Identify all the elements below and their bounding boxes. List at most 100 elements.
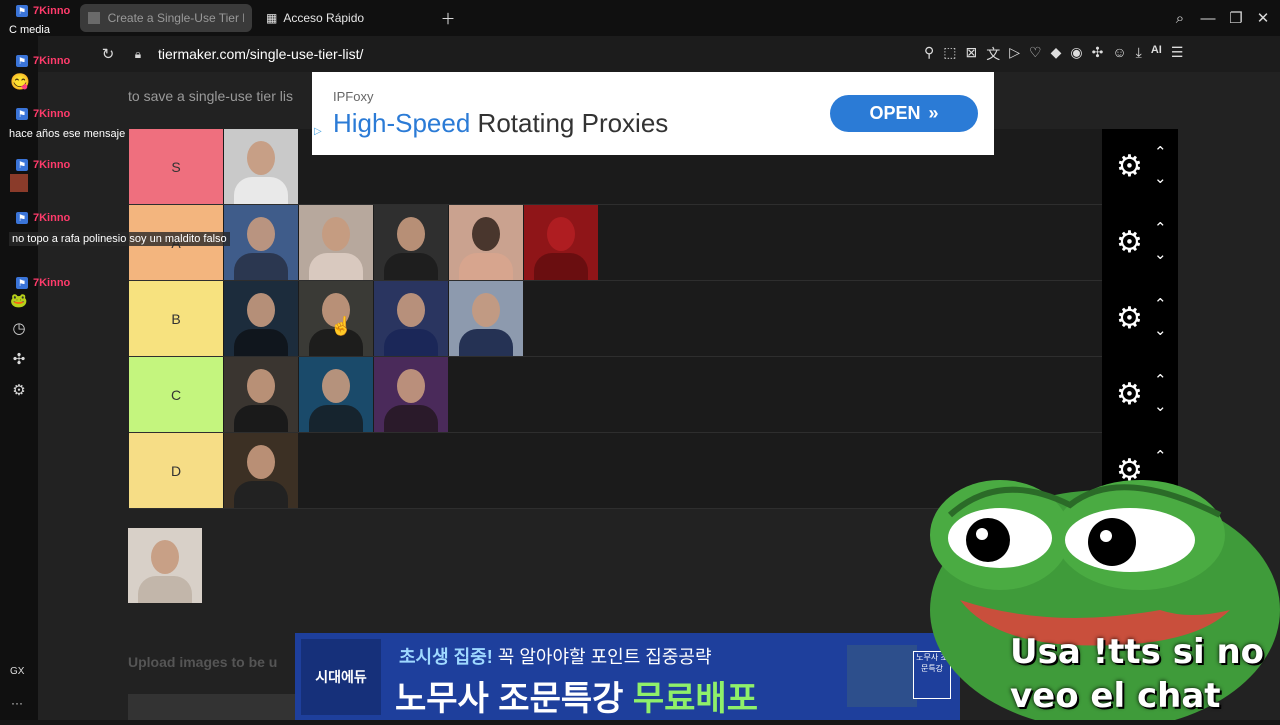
stream-chat-overlay: ⚑ 7Kinno C media ⚑ 7Kinno 😋 ⚑ 7Kinno hace a… — [0, 0, 240, 320]
vpn-icon[interactable]: ◆ — [1051, 44, 1062, 64]
tier-item-image[interactable] — [224, 433, 298, 508]
twitch-badge-icon: ⚑ — [16, 108, 28, 120]
tier-item-image[interactable] — [449, 205, 523, 280]
adblock-icon[interactable]: ⊠ — [966, 44, 978, 64]
tier-move-down-icon[interactable]: ⌄ — [1154, 245, 1167, 263]
menu-icon[interactable]: ☰ — [1171, 44, 1184, 64]
tier-item-image[interactable] — [299, 205, 373, 280]
download-icon[interactable]: ⤓ — [1136, 44, 1142, 64]
chat-username: 7Kinno — [33, 212, 71, 224]
heart-icon[interactable]: ♡ — [1029, 44, 1042, 64]
pin-icon[interactable]: ⚲ — [924, 44, 934, 64]
overlay-line2: veo el chat — [1010, 676, 1221, 716]
chat-message: C media — [9, 24, 50, 36]
tier-settings-gear-icon[interactable]: ⚙ — [1116, 377, 1143, 412]
ai-icon[interactable]: AI — [1151, 44, 1162, 64]
overlay-line1: Usa !tts si no — [1010, 632, 1265, 672]
upload-heading: Upload images to be u — [128, 654, 278, 670]
tier-settings-gear-icon[interactable]: ⚙ — [1116, 149, 1143, 184]
ad-choices-icon[interactable]: ▷ — [314, 126, 322, 137]
ad-headline: High-Speed Rotating Proxies — [333, 108, 668, 139]
snapshot-icon[interactable]: ⬚ — [943, 44, 956, 64]
tier-item-image[interactable] — [299, 357, 373, 432]
chat-username: 7Kinno — [33, 159, 71, 171]
tier-controls: ⚙ ⌃ ⌄ — [1102, 205, 1178, 281]
frog-emote-icon: 🐸 — [10, 292, 28, 308]
pepe-frog-overlay: Usa !tts si no veo el chat — [930, 460, 1280, 725]
ad-line1-rest: 꼭 알아야할 포인트 집중공략 — [492, 647, 712, 667]
tier-controls: ⚙ ⌃ ⌄ — [1102, 129, 1178, 205]
minimize-icon[interactable]: — — [1198, 8, 1218, 28]
unranked-item-image[interactable] — [128, 528, 202, 603]
puzzle-icon[interactable]: ✣ — [1092, 44, 1104, 64]
tier-label-c[interactable]: C — [129, 357, 223, 432]
ad-banner-bottom[interactable]: 시대에듀 초시생 집중! 꼭 알아야할 포인트 집중공략 노무사 조문특강 무료… — [295, 633, 960, 720]
chat-username: 7Kinno — [33, 277, 71, 289]
tier-label-d[interactable]: D — [129, 433, 223, 508]
extensions-icon[interactable]: ✣ — [9, 349, 29, 369]
tier-row-c[interactable]: C ⚙ ⌃ ⌄ — [129, 357, 1178, 433]
tab-acceso-rapido[interactable]: ▦ Acceso Rápido — [258, 4, 430, 32]
ad-logo: 시대에듀 — [301, 639, 381, 715]
tier-row-a[interactable]: A ⚙ ⌃ ⌄ — [129, 205, 1178, 281]
ad-line2: 노무사 조문특강 무료배포 — [395, 671, 758, 720]
emote-icon: 😋 — [10, 74, 30, 91]
twitch-badge-icon: ⚑ — [16, 55, 28, 67]
tier-move-down-icon[interactable]: ⌄ — [1154, 397, 1167, 415]
tier-item-image[interactable] — [449, 281, 523, 356]
search-icon[interactable]: ⌕ — [1170, 8, 1190, 28]
tab-label: Acceso Rápido — [283, 11, 365, 25]
tier-item-image[interactable] — [374, 205, 448, 280]
tier-item-image[interactable] — [374, 357, 448, 432]
play-icon[interactable]: ▷ — [1009, 44, 1020, 64]
account-icon[interactable]: ☺ — [1112, 44, 1126, 64]
tier-item-image[interactable] — [224, 357, 298, 432]
tier-move-up-icon[interactable]: ⌃ — [1154, 371, 1167, 389]
ad-people-photo — [847, 645, 917, 707]
twitch-badge-icon: ⚑ — [16, 159, 28, 171]
tier-move-up-icon[interactable]: ⌃ — [1154, 219, 1167, 237]
tier-move-up-icon[interactable]: ⌃ — [1154, 295, 1167, 313]
restore-icon[interactable]: ❐ — [1226, 8, 1246, 28]
more-icon[interactable]: ··· — [11, 696, 23, 710]
tier-settings-gear-icon[interactable]: ⚙ — [1116, 225, 1143, 260]
chat-username: 7Kinno — [33, 108, 71, 120]
tier-move-down-icon[interactable]: ⌄ — [1154, 321, 1167, 339]
tier-move-down-icon[interactable]: ⌄ — [1154, 169, 1167, 187]
tier-item-image[interactable] — [524, 205, 598, 280]
chat-user-row: ⚑ 7Kinno — [16, 5, 70, 17]
history-clock-icon[interactable]: ◷ — [9, 318, 29, 338]
gx-label[interactable]: GX — [10, 666, 24, 677]
ad-open-label: OPEN — [869, 103, 921, 123]
new-tab-plus-icon[interactable]: ＋ — [438, 8, 458, 28]
chat-user-row: ⚑ 7Kinno — [16, 212, 70, 224]
tier-move-up-icon[interactable]: ⌃ — [1154, 143, 1167, 161]
grid-icon: ▦ — [266, 11, 278, 25]
tier-settings-gear-icon[interactable]: ⚙ — [1116, 301, 1143, 336]
ad-line1: 초시생 집중! 꼭 알아야할 포인트 집중공략 — [399, 643, 712, 669]
translate-icon[interactable]: 文 — [986, 44, 1000, 64]
chat-message: hace años ese mensaje — [9, 128, 126, 140]
chat-user-row: ⚑ 7Kinno — [16, 108, 70, 120]
twitch-badge-icon: ⚑ — [16, 5, 28, 17]
twitch-badge-icon: ⚑ — [16, 212, 28, 224]
tier-row-b[interactable]: B ⚙ ⌃ ⌄ — [129, 281, 1178, 357]
close-icon[interactable]: ✕ — [1253, 8, 1273, 28]
tier-controls: ⚙ ⌃ ⌄ — [1102, 357, 1178, 433]
ad-brand: IPFoxy — [333, 89, 374, 104]
tier-controls: ⚙ ⌃ ⌄ — [1102, 281, 1178, 357]
emote-icon — [10, 174, 28, 192]
ad-open-button[interactable]: OPEN » — [830, 95, 978, 132]
chat-user-row: ⚑ 7Kinno — [16, 277, 70, 289]
settings-gear-icon[interactable]: ⚙ — [9, 380, 29, 400]
chat-user-row: ⚑ 7Kinno — [16, 55, 70, 67]
ad-line1-highlight: 초시생 집중! — [399, 647, 493, 667]
ad-banner-top[interactable]: ▷ IPFoxy High-Speed Rotating Proxies OPE… — [312, 72, 994, 155]
ad-line2-main: 노무사 조문특강 — [395, 680, 633, 718]
tier-item-image[interactable] — [374, 281, 448, 356]
ad-headline-rest: Rotating Proxies — [470, 108, 669, 138]
chat-username: 7Kinno — [33, 55, 71, 67]
pinned-ext-icon[interactable]: ◉ — [1070, 44, 1082, 64]
chat-username: 7Kinno — [33, 5, 71, 17]
hand-cursor-icon: ☝ — [330, 316, 353, 336]
